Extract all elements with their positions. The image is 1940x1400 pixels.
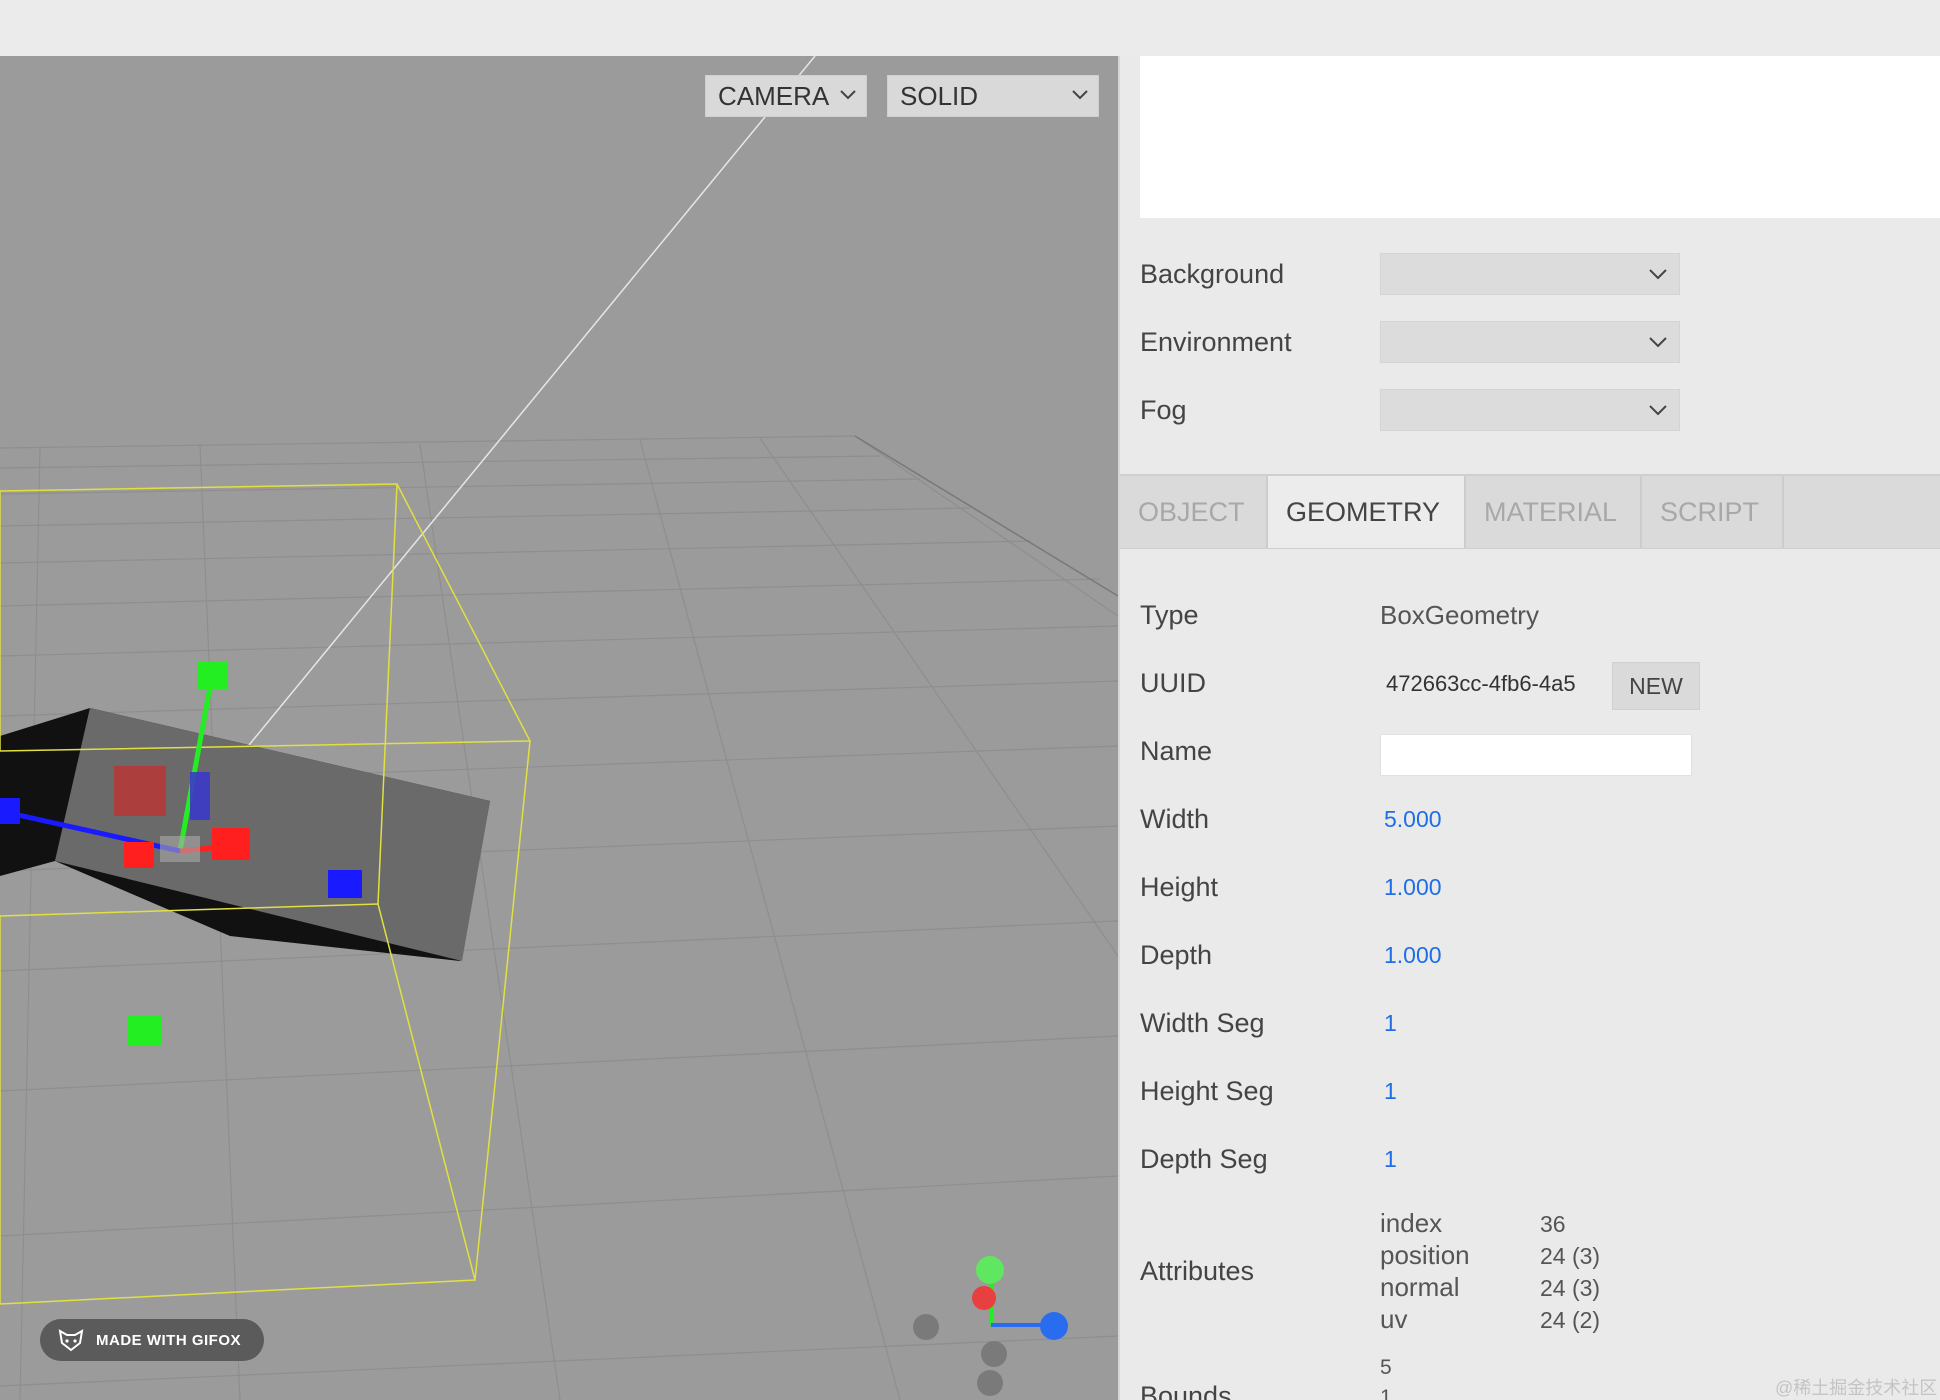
chevron-down-icon <box>1649 405 1667 416</box>
attribute-value: 24 (3) <box>1540 1275 1601 1301</box>
name-input[interactable] <box>1380 734 1692 776</box>
properties-sidebar: Background Environment Fog OBJECT GEOMET… <box>1118 56 1940 1400</box>
chevron-down-icon <box>1649 269 1667 280</box>
inspector-tabs: OBJECT GEOMETRY MATERIAL SCRIPT <box>1120 474 1940 549</box>
height-seg-number[interactable]: 1 <box>1384 1078 1397 1105</box>
attribute-value: 36 <box>1540 1211 1566 1237</box>
watermark: @稀土掘金技术社区 <box>1775 1378 1938 1398</box>
gifox-badge: MADE WITH GIFOX <box>40 1319 264 1361</box>
background-row: Background <box>1140 254 1380 294</box>
width-seg-number[interactable]: 1 <box>1384 1010 1397 1037</box>
width-number[interactable]: 5.000 <box>1384 806 1442 833</box>
background-dropdown[interactable] <box>1380 253 1680 295</box>
camera-select-value: CAMERA <box>718 81 830 111</box>
view-axis-helper[interactable] <box>913 1256 1068 1396</box>
tab-script[interactable]: SCRIPT <box>1642 476 1784 548</box>
attribute-name: index <box>1380 1208 1443 1238</box>
shading-select[interactable]: SOLID <box>887 75 1099 117</box>
environment-dropdown[interactable] <box>1380 321 1680 363</box>
shading-select-value: SOLID <box>900 81 979 111</box>
type-label: Type <box>1140 600 1199 630</box>
tab-geometry[interactable]: GEOMETRY <box>1268 476 1466 548</box>
attribute-value: 24 (3) <box>1540 1243 1601 1269</box>
bounds-value: 5 <box>1380 1356 1392 1379</box>
fog-dropdown[interactable] <box>1380 389 1680 431</box>
width-seg-label: Width Seg <box>1140 1008 1265 1038</box>
environment-row: Environment <box>1140 322 1380 362</box>
new-uuid-button[interactable]: NEW <box>1612 662 1700 710</box>
camera-select[interactable]: CAMERA <box>705 75 867 117</box>
gifox-badge-text: MADE WITH GIFOX <box>96 1331 241 1349</box>
attribute-name: position <box>1380 1240 1470 1270</box>
height-label: Height <box>1140 872 1219 902</box>
background-label: Background <box>1140 258 1285 289</box>
tab-material[interactable]: MATERIAL <box>1466 476 1642 548</box>
depth-seg-label: Depth Seg <box>1140 1144 1268 1174</box>
tab-object[interactable]: OBJECT <box>1120 476 1268 548</box>
fog-label: Fog <box>1140 394 1187 425</box>
attribute-value: 24 (2) <box>1540 1307 1601 1333</box>
name-label: Name <box>1140 736 1213 766</box>
outliner-panel[interactable] <box>1140 56 1940 218</box>
attribute-name: normal <box>1380 1272 1460 1302</box>
attributes-label: Attributes <box>1140 1256 1255 1286</box>
fox-icon <box>58 1329 84 1352</box>
depth-number[interactable]: 1.000 <box>1384 942 1442 969</box>
height-number[interactable]: 1.000 <box>1384 874 1442 901</box>
chevron-down-icon <box>840 90 856 100</box>
floor-grid <box>0 435 1118 1400</box>
type-value: BoxGeometry <box>1380 600 1539 630</box>
uuid-value[interactable]: 472663cc-4fb6-4a5 <box>1382 662 1606 706</box>
scene-render <box>0 56 1118 1400</box>
bounds-label: Bounds <box>1140 1381 1232 1400</box>
top-bar <box>0 0 1940 56</box>
chevron-down-icon <box>1649 337 1667 348</box>
3d-viewport[interactable]: CAMERA SOLID MADE WITH GIFOX <box>0 56 1118 1400</box>
bounds-value: 1 <box>1380 1386 1392 1400</box>
chevron-down-icon <box>1072 90 1088 100</box>
depth-seg-number[interactable]: 1 <box>1384 1146 1397 1173</box>
camera-ray <box>239 56 816 757</box>
attribute-name: uv <box>1380 1304 1408 1334</box>
width-label: Width <box>1140 804 1210 834</box>
environment-label: Environment <box>1140 326 1292 357</box>
fog-row: Fog <box>1140 390 1380 430</box>
height-seg-label: Height Seg <box>1140 1076 1274 1106</box>
depth-label: Depth <box>1140 940 1213 970</box>
uuid-label: UUID <box>1140 668 1206 698</box>
